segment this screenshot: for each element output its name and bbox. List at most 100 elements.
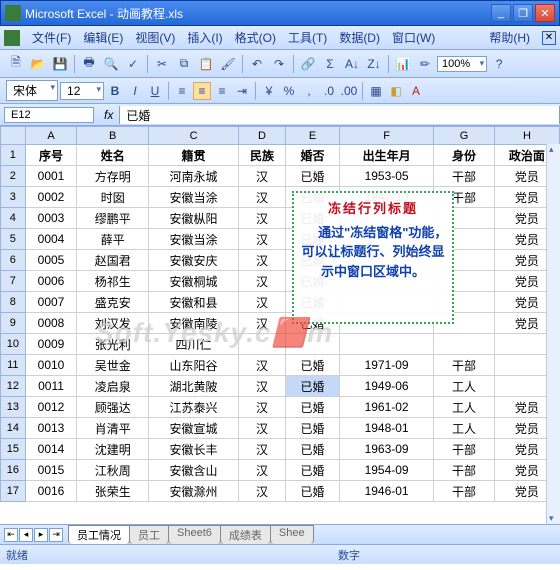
cell[interactable]: 汉 [238,481,285,502]
cell[interactable]: 汉 [238,460,285,481]
row-header[interactable]: 5 [1,229,26,250]
row-header[interactable]: 7 [1,271,26,292]
chart-icon[interactable]: 📊 [393,54,413,74]
cell[interactable]: 0002 [25,187,77,208]
header-cell[interactable]: 姓名 [77,145,149,166]
cell[interactable]: 汉 [238,292,285,313]
cell[interactable]: 已婚 [286,166,340,187]
cell[interactable]: 1963-09 [339,439,433,460]
tab-nav-next[interactable]: ▸ [34,528,48,542]
cell[interactable]: 汉 [238,166,285,187]
italic-button[interactable]: I [126,82,144,100]
tab-nav-last[interactable]: ⇥ [49,528,63,542]
cell[interactable]: 吴世金 [77,355,149,376]
cell[interactable]: 汉 [238,208,285,229]
worksheet-grid[interactable]: ABCDEFGH1序号姓名籍贯民族婚否出生年月身份政治面20001方存明河南永城… [0,126,560,524]
cell[interactable]: 0007 [25,292,77,313]
save-icon[interactable]: 💾 [50,54,70,74]
percent-icon[interactable]: % [280,82,298,100]
cell[interactable]: 已婚 [286,439,340,460]
row-header[interactable]: 14 [1,418,26,439]
maximize-button[interactable]: ❐ [513,4,533,22]
cell[interactable]: 1954-09 [339,460,433,481]
sheet-tab[interactable]: 员工情况 [68,525,130,544]
cell[interactable]: 0012 [25,397,77,418]
cell[interactable]: 张光利 [77,334,149,355]
row-header[interactable]: 4 [1,208,26,229]
column-header[interactable]: F [339,127,433,145]
cell[interactable] [434,334,495,355]
cell[interactable]: 湖北黄陂 [149,376,239,397]
sheet-tab[interactable]: Shee [270,525,314,544]
cell[interactable]: 干部 [434,481,495,502]
menu-format[interactable]: 格式(O) [229,27,282,48]
row-header[interactable]: 10 [1,334,26,355]
menu-data[interactable]: 数据(D) [333,27,386,48]
close-button[interactable]: ✕ [535,4,555,22]
cell[interactable]: 0001 [25,166,77,187]
cell[interactable]: 0014 [25,439,77,460]
cell[interactable]: 安徽安庆 [149,250,239,271]
paste-icon[interactable]: 📋 [196,54,216,74]
menu-view[interactable]: 视图(V) [129,27,181,48]
row-header[interactable]: 15 [1,439,26,460]
column-header[interactable]: G [434,127,495,145]
sort-desc-icon[interactable]: Z↓ [364,54,384,74]
currency-icon[interactable]: ¥ [260,82,278,100]
cell[interactable]: 安徽枞阳 [149,208,239,229]
spell-icon[interactable]: ✓ [123,54,143,74]
format-painter-icon[interactable]: 🖌 [218,54,238,74]
cell[interactable]: 安徽含山 [149,460,239,481]
cell[interactable]: 江秋周 [77,460,149,481]
cell[interactable]: 0006 [25,271,77,292]
underline-button[interactable]: U [146,82,164,100]
cell[interactable]: 1953-05 [339,166,433,187]
cell[interactable]: 刘汉发 [77,313,149,334]
cell[interactable]: 干部 [434,166,495,187]
cell[interactable]: 方存明 [77,166,149,187]
row-header[interactable]: 16 [1,460,26,481]
open-icon[interactable]: 📂 [28,54,48,74]
cut-icon[interactable]: ✂ [152,54,172,74]
menu-help[interactable]: 帮助(H) [483,27,536,48]
menu-window[interactable]: 窗口(W) [386,27,441,48]
cell[interactable]: 1949-06 [339,376,433,397]
row-header[interactable]: 2 [1,166,26,187]
cell[interactable]: 0005 [25,250,77,271]
row-header[interactable]: 12 [1,376,26,397]
redo-icon[interactable]: ↷ [269,54,289,74]
cell[interactable]: 0016 [25,481,77,502]
copy-icon[interactable]: ⧉ [174,54,194,74]
column-header[interactable]: H [494,127,559,145]
cell[interactable]: 干部 [434,355,495,376]
font-size-combo[interactable]: 12 [60,82,104,100]
cell[interactable]: 工人 [434,376,495,397]
cell[interactable]: 安徽滁州 [149,481,239,502]
cell[interactable]: 安徽宣城 [149,418,239,439]
cell[interactable]: 1948-01 [339,418,433,439]
increase-decimal-icon[interactable]: .0 [320,82,338,100]
row-header[interactable]: 1 [1,145,26,166]
cell[interactable]: 薛平 [77,229,149,250]
cell[interactable]: 工人 [434,418,495,439]
cell[interactable]: 0010 [25,355,77,376]
cell[interactable]: 安徽南陵 [149,313,239,334]
cell[interactable]: 0015 [25,460,77,481]
align-center-icon[interactable]: ≡ [193,82,211,100]
cell[interactable]: 0003 [25,208,77,229]
cell[interactable]: 安徽长丰 [149,439,239,460]
cell[interactable]: 汉 [238,439,285,460]
drawing-icon[interactable]: ✏ [415,54,435,74]
cell[interactable]: 已婚 [286,355,340,376]
align-left-icon[interactable]: ≡ [173,82,191,100]
row-header[interactable]: 9 [1,313,26,334]
cell[interactable]: 1971-09 [339,355,433,376]
cell[interactable]: 汉 [238,397,285,418]
fill-color-icon[interactable]: ◧ [387,82,405,100]
cell[interactable]: 缪鹏平 [77,208,149,229]
decrease-decimal-icon[interactable]: .00 [340,82,358,100]
cell[interactable]: 江苏泰兴 [149,397,239,418]
row-header[interactable]: 13 [1,397,26,418]
cell[interactable]: 0008 [25,313,77,334]
header-cell[interactable]: 婚否 [286,145,340,166]
